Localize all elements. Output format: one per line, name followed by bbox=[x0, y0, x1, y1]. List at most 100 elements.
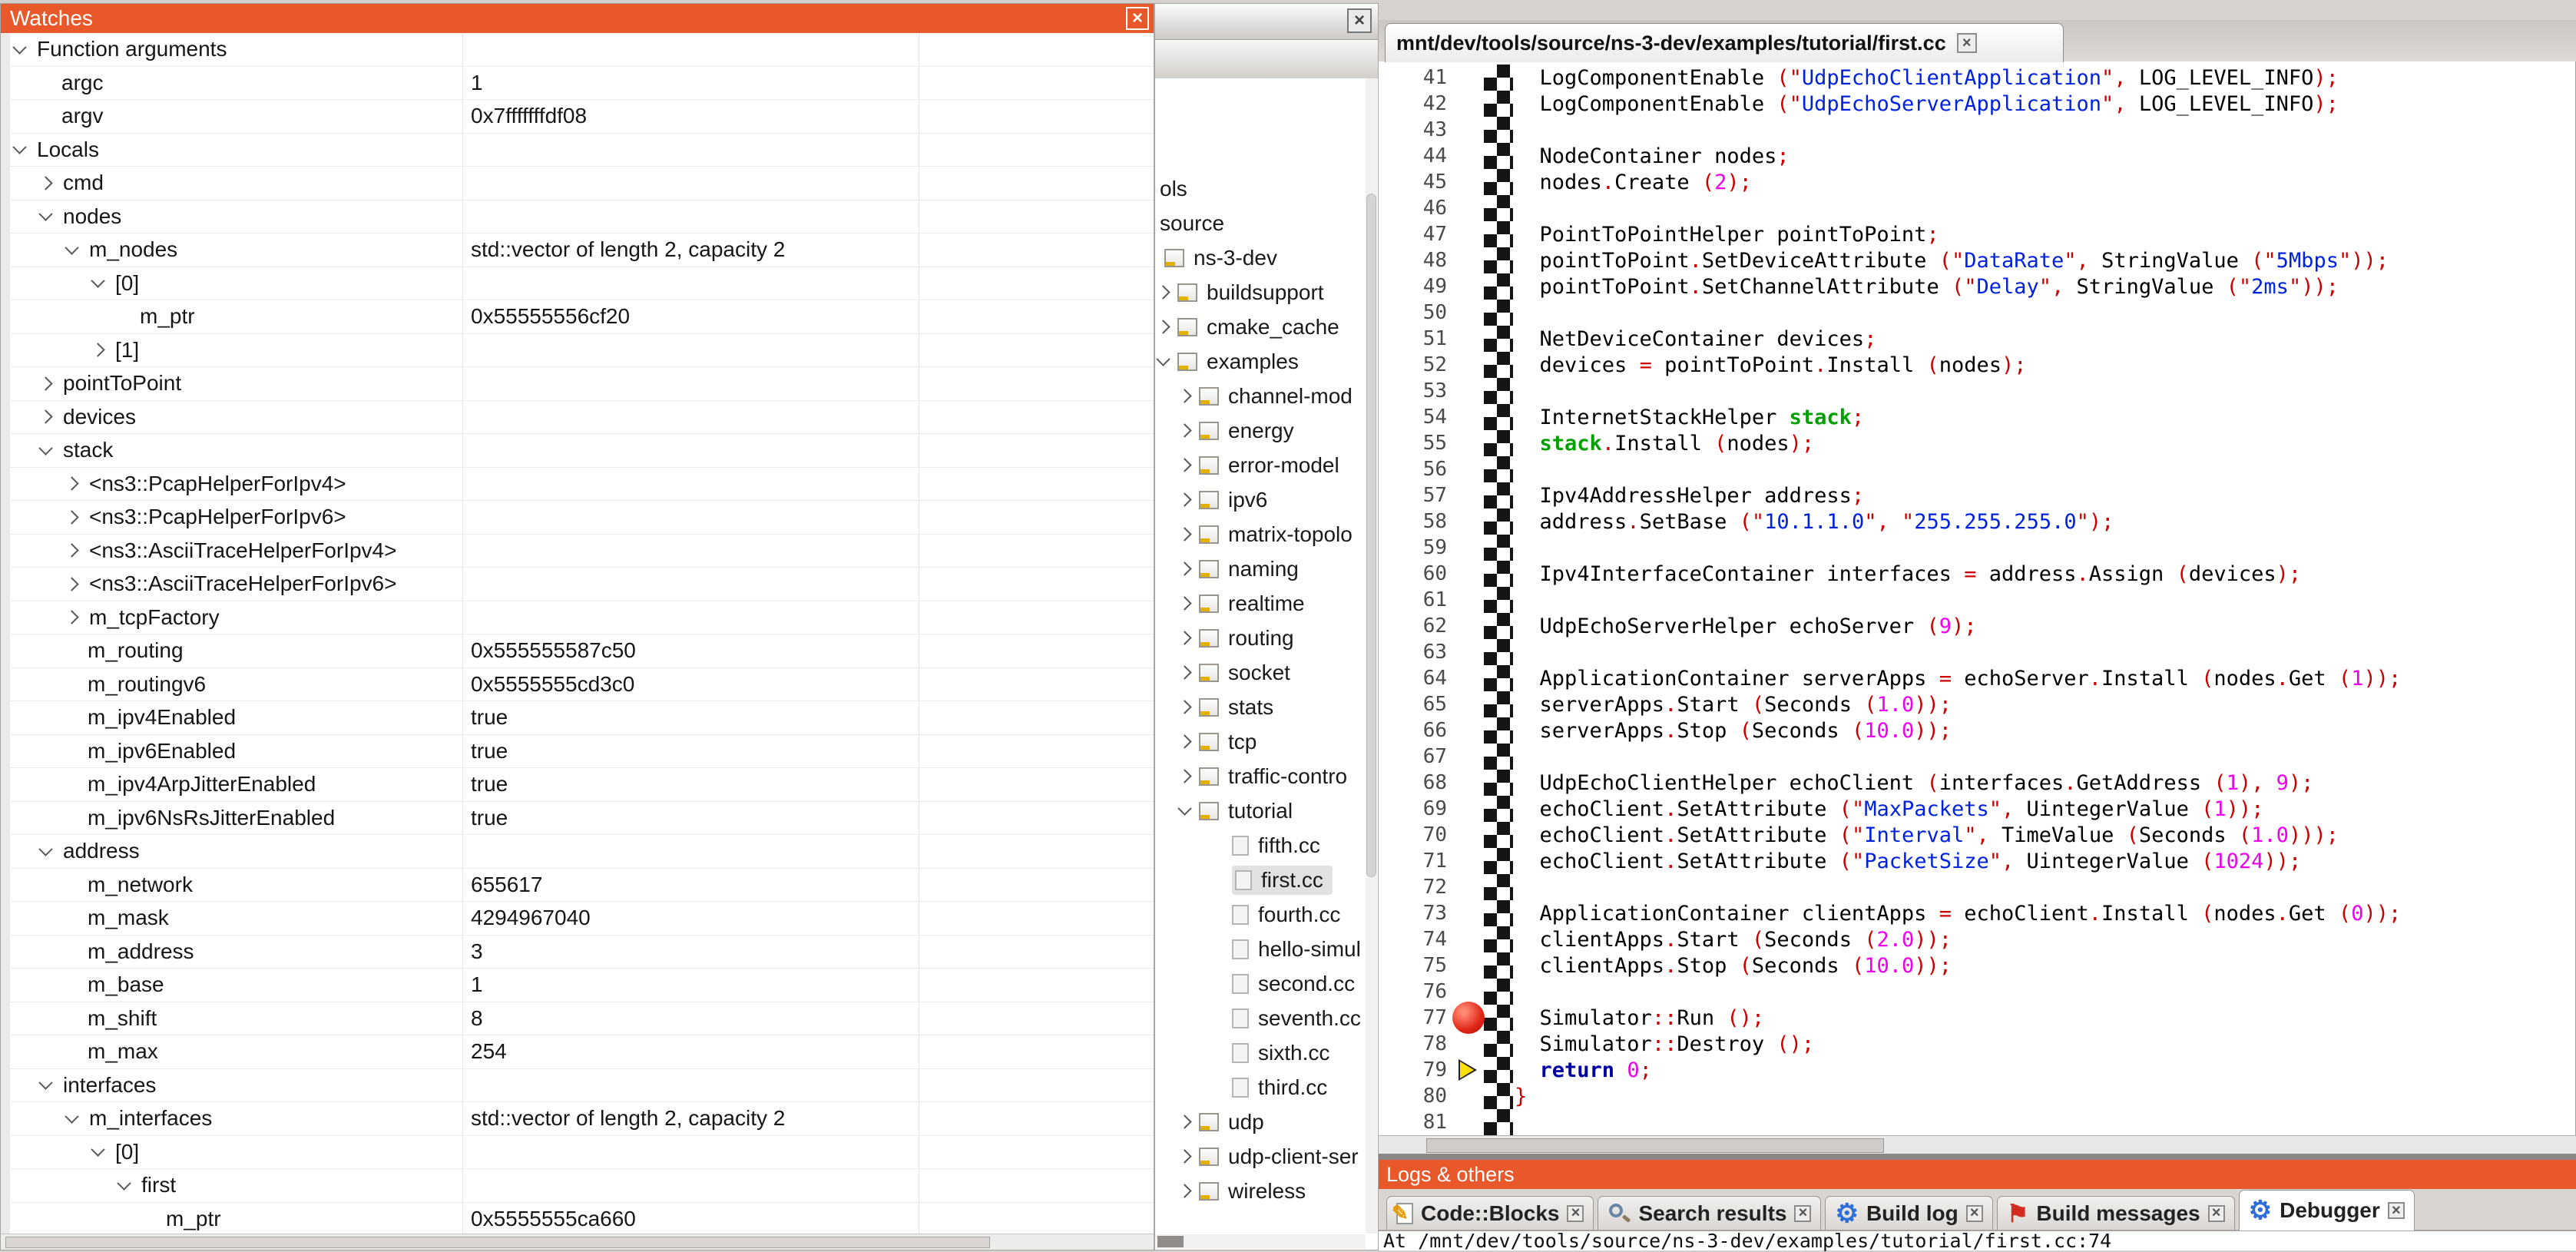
tree-item-seventh-cc[interactable]: seventh.cc bbox=[1155, 1001, 1361, 1035]
line-number[interactable]: 81 bbox=[1379, 1111, 1452, 1134]
code-line-79[interactable]: 79 return 0; bbox=[1379, 1057, 2575, 1083]
chevron-down-icon[interactable] bbox=[1177, 801, 1191, 815]
chevron-down-icon[interactable] bbox=[38, 842, 52, 856]
code-line-53[interactable]: 53 bbox=[1379, 378, 2575, 404]
watch-row-stack[interactable]: stack bbox=[1, 434, 1154, 468]
line-number[interactable]: 58 bbox=[1379, 510, 1452, 533]
watch-row-m-routing[interactable]: m_routing0x555555587c50 bbox=[1, 634, 1154, 668]
line-number[interactable]: 43 bbox=[1379, 118, 1452, 141]
line-number[interactable]: 54 bbox=[1379, 406, 1452, 429]
chevron-right-icon[interactable] bbox=[91, 343, 104, 357]
line-number[interactable]: 64 bbox=[1379, 667, 1452, 690]
watch-row-m-nodes[interactable]: m_nodesstd::vector of length 2, capacity… bbox=[1, 234, 1154, 267]
close-icon[interactable] bbox=[1966, 1205, 1983, 1222]
chevron-down-icon[interactable] bbox=[38, 207, 52, 221]
chevron-right-icon[interactable] bbox=[1156, 285, 1170, 299]
close-icon[interactable] bbox=[2388, 1202, 2405, 1219]
line-number[interactable]: 67 bbox=[1379, 745, 1452, 768]
management-caption-bar[interactable] bbox=[1155, 4, 1378, 40]
tree-item-cmake-cache[interactable]: cmake_cache bbox=[1155, 310, 1339, 344]
breakpoint-margin[interactable] bbox=[1452, 717, 1484, 744]
line-number[interactable]: 62 bbox=[1379, 614, 1452, 638]
chevron-right-icon[interactable] bbox=[1177, 769, 1191, 783]
chevron-down-icon[interactable] bbox=[12, 40, 26, 54]
close-icon[interactable] bbox=[1794, 1205, 1811, 1222]
watch-row-m-shift[interactable]: m_shift8 bbox=[1, 1002, 1154, 1036]
code-line-71[interactable]: 71 echoClient.SetAttribute ("PacketSize"… bbox=[1379, 848, 2575, 874]
chevron-right-icon[interactable] bbox=[1156, 320, 1170, 333]
chevron-right-icon[interactable] bbox=[38, 176, 52, 190]
breakpoint-margin[interactable] bbox=[1452, 639, 1484, 665]
code-line-51[interactable]: 51 NetDeviceContainer devices; bbox=[1379, 326, 2575, 352]
chevron-right-icon[interactable] bbox=[1177, 527, 1191, 541]
breakpoint-margin[interactable] bbox=[1452, 247, 1484, 273]
code-line-43[interactable]: 43 bbox=[1379, 117, 2575, 143]
tree-item-hello-simul[interactable]: hello-simul bbox=[1155, 932, 1361, 966]
line-number[interactable]: 49 bbox=[1379, 275, 1452, 298]
chevron-right-icon[interactable] bbox=[1177, 700, 1191, 714]
watch-row-m-base[interactable]: m_base1 bbox=[1, 969, 1154, 1002]
code-line-58[interactable]: 58 address.SetBase ("10.1.1.0", "255.255… bbox=[1379, 508, 2575, 535]
close-icon[interactable] bbox=[1567, 1205, 1584, 1222]
code-line-50[interactable]: 50 bbox=[1379, 300, 2575, 326]
watch-row-m-ptr[interactable]: m_ptr0x5555555ca660 bbox=[1, 1203, 1154, 1235]
tree-item-fourth-cc[interactable]: fourth.cc bbox=[1155, 897, 1340, 932]
breakpoint-margin[interactable] bbox=[1452, 300, 1484, 326]
breakpoint-margin[interactable] bbox=[1452, 273, 1484, 300]
tree-item-ipv6[interactable]: ipv6 bbox=[1155, 482, 1267, 517]
watch-row-pointtopoint[interactable]: pointToPoint bbox=[1, 367, 1154, 401]
tree-item-third-cc[interactable]: third.cc bbox=[1155, 1070, 1327, 1105]
breakpoint-margin[interactable] bbox=[1452, 874, 1484, 900]
code-line-66[interactable]: 66 serverApps.Stop (Seconds (10.0)); bbox=[1379, 717, 2575, 744]
chevron-down-icon[interactable] bbox=[38, 1076, 52, 1090]
tree-item-matrix-topolo[interactable]: matrix-topolo bbox=[1155, 517, 1353, 551]
tree-item-energy[interactable]: energy bbox=[1155, 413, 1294, 448]
chevron-right-icon[interactable] bbox=[1177, 665, 1191, 679]
breakpoint-margin[interactable] bbox=[1452, 1109, 1484, 1135]
chevron-right-icon[interactable] bbox=[1177, 492, 1191, 506]
line-number[interactable]: 79 bbox=[1379, 1058, 1452, 1081]
chevron-right-icon[interactable] bbox=[1177, 561, 1191, 575]
breakpoint-margin[interactable] bbox=[1452, 91, 1484, 117]
log-tab-build-messages[interactable]: Build messages bbox=[1997, 1196, 2235, 1230]
line-number[interactable]: 46 bbox=[1379, 197, 1452, 220]
line-number[interactable]: 44 bbox=[1379, 144, 1452, 167]
chevron-down-icon[interactable] bbox=[1156, 352, 1170, 366]
code-line-68[interactable]: 68 UdpEchoClientHelper echoClient (inter… bbox=[1379, 770, 2575, 796]
code-line-42[interactable]: 42 LogComponentEnable ("UdpEchoServerApp… bbox=[1379, 91, 2575, 117]
close-icon[interactable] bbox=[2208, 1205, 2225, 1222]
watch-row--1-[interactable]: [1] bbox=[1, 334, 1154, 368]
code-line-55[interactable]: 55 stack.Install (nodes); bbox=[1379, 430, 2575, 456]
tree-item-examples[interactable]: examples bbox=[1155, 344, 1299, 379]
chevron-down-icon[interactable] bbox=[91, 1143, 104, 1157]
code-line-70[interactable]: 70 echoClient.SetAttribute ("Interval", … bbox=[1379, 822, 2575, 848]
log-tab-build-log[interactable]: Build log bbox=[1825, 1196, 1992, 1230]
tree-item-tutorial[interactable]: tutorial bbox=[1155, 793, 1293, 828]
editor-horizontal-scrollbar[interactable] bbox=[1379, 1135, 2576, 1154]
code-line-80[interactable]: 80} bbox=[1379, 1083, 2575, 1109]
tree-item-fifth-cc[interactable]: fifth.cc bbox=[1155, 828, 1320, 863]
line-number[interactable]: 73 bbox=[1379, 902, 1452, 925]
chevron-down-icon[interactable] bbox=[117, 1176, 131, 1190]
log-tab-code-blocks[interactable]: Code::Blocks bbox=[1386, 1196, 1594, 1230]
watch-row-m-mask[interactable]: m_mask4294967040 bbox=[1, 902, 1154, 936]
splitter-sash[interactable] bbox=[1379, 1154, 2576, 1160]
code-line-41[interactable]: 41 LogComponentEnable ("UdpEchoClientApp… bbox=[1379, 65, 2575, 91]
chevron-right-icon[interactable] bbox=[1177, 389, 1191, 402]
watch-row-nodes[interactable]: nodes bbox=[1, 200, 1154, 234]
breakpoint-margin[interactable] bbox=[1452, 195, 1484, 221]
chevron-right-icon[interactable] bbox=[65, 477, 78, 491]
breakpoint-margin[interactable] bbox=[1452, 404, 1484, 430]
scrollbar-thumb[interactable] bbox=[1157, 1236, 1184, 1247]
tree-item-ns-3-dev[interactable]: ns-3-dev bbox=[1155, 240, 1277, 275]
line-number[interactable]: 52 bbox=[1379, 353, 1452, 376]
chevron-right-icon[interactable] bbox=[1177, 458, 1191, 472]
code-line-49[interactable]: 49 pointToPoint.SetChannelAttribute ("De… bbox=[1379, 273, 2575, 300]
line-number[interactable]: 61 bbox=[1379, 588, 1452, 611]
breakpoint-margin[interactable] bbox=[1452, 326, 1484, 352]
chevron-down-icon[interactable] bbox=[65, 240, 78, 254]
breakpoint-margin[interactable] bbox=[1452, 352, 1484, 378]
tree-item-ols[interactable]: ols bbox=[1155, 171, 1187, 206]
tree-item-realtime[interactable]: realtime bbox=[1155, 586, 1305, 621]
breakpoint-margin[interactable] bbox=[1452, 822, 1484, 848]
